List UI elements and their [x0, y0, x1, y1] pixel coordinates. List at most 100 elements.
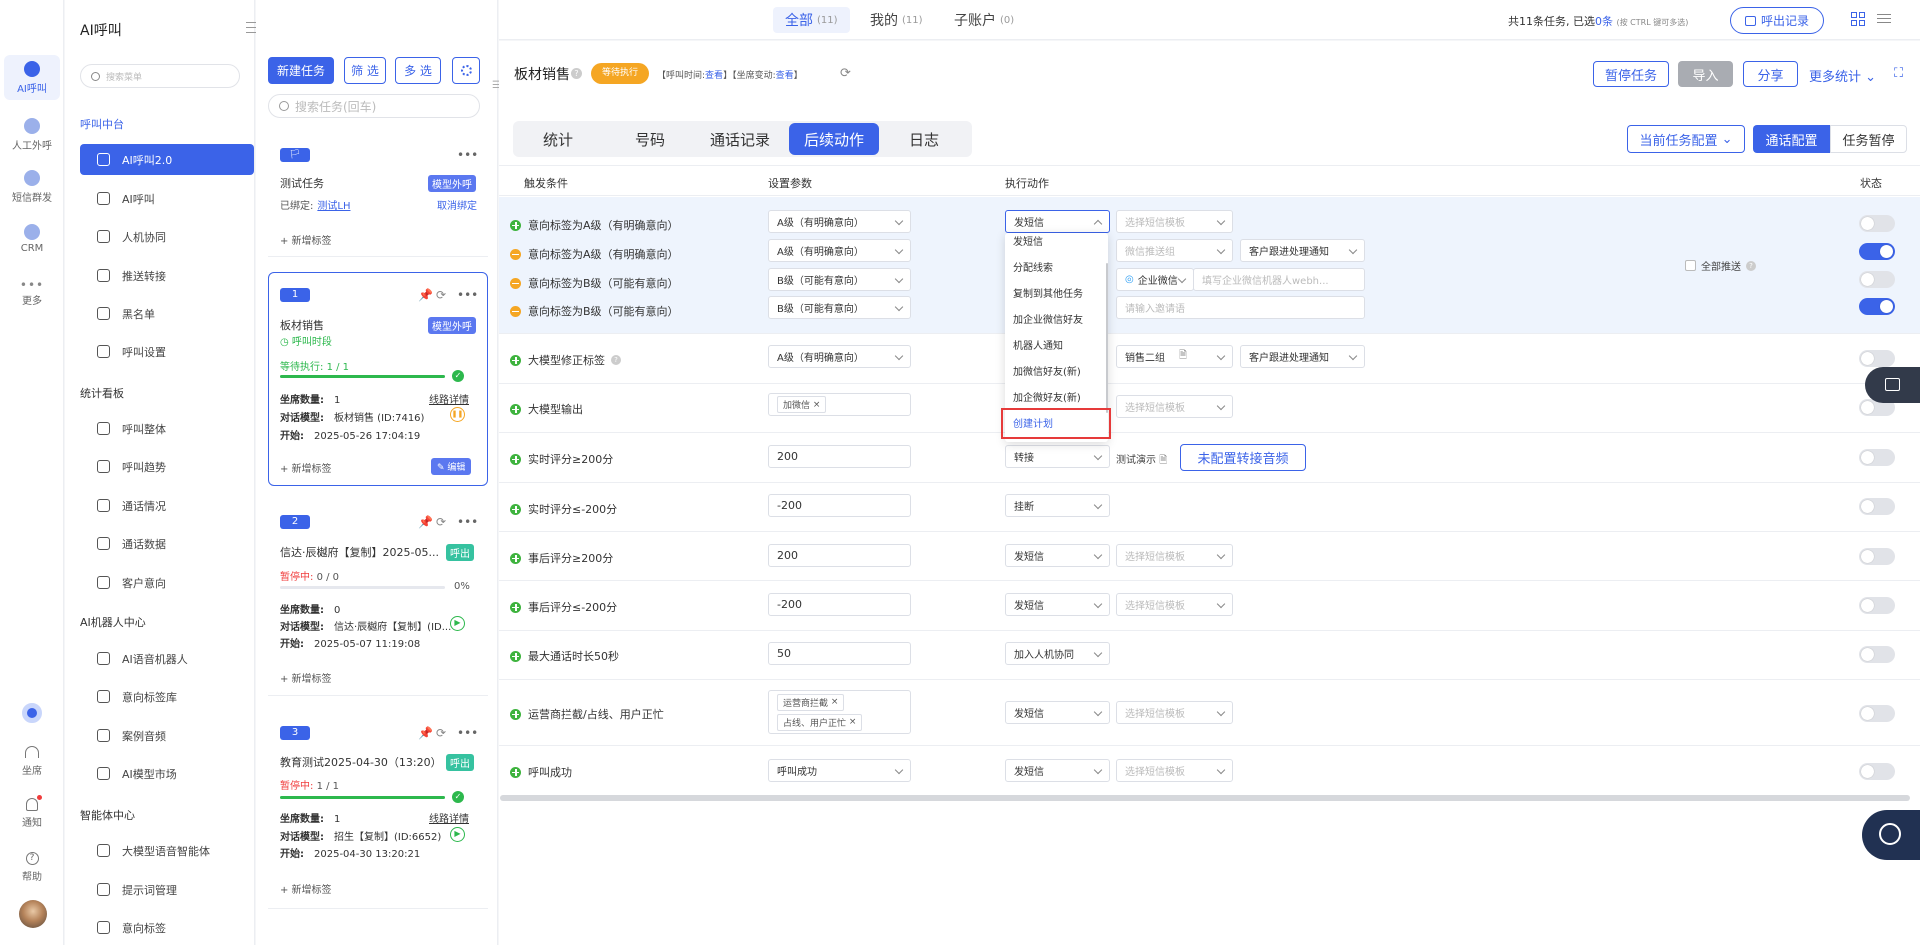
- pin-icon[interactable]: 📌: [418, 288, 433, 302]
- dropdown-option[interactable]: 加企业微信好友: [1005, 305, 1105, 331]
- rail-item-help[interactable]: ? 帮助: [4, 846, 60, 884]
- status-toggle[interactable]: [1859, 498, 1895, 515]
- score-input[interactable]: 200: [768, 544, 911, 567]
- call-time-link[interactable]: 查看: [705, 71, 723, 81]
- refresh-icon[interactable]: ⟳: [436, 726, 446, 740]
- menu-item-push-transfer[interactable]: 推送转接: [80, 260, 254, 291]
- settings-button[interactable]: [452, 57, 480, 84]
- floating-phone-button[interactable]: [1862, 810, 1920, 860]
- more-icon[interactable]: •••: [457, 726, 478, 740]
- status-toggle[interactable]: [1859, 271, 1895, 288]
- action-select[interactable]: 加入人机协同: [1005, 642, 1110, 665]
- tag-chips-input[interactable]: 运营商拦截 × 占线、用户正忙 ×: [768, 690, 911, 734]
- tab-sub-accounts[interactable]: 子账户 (0): [942, 7, 1026, 33]
- menu-item-customer-intent[interactable]: 客户意向: [80, 567, 254, 598]
- new-task-button[interactable]: 新建任务: [268, 57, 334, 84]
- close-icon[interactable]: ×: [813, 400, 821, 410]
- dropdown-option[interactable]: 加企微好友(新): [1005, 383, 1105, 409]
- import-button[interactable]: 导入: [1678, 61, 1733, 87]
- dropdown-option[interactable]: 发短信: [1005, 227, 1105, 253]
- more-icon[interactable]: •••: [457, 288, 478, 302]
- add-icon[interactable]: [510, 503, 521, 515]
- play-icon[interactable]: ▶: [450, 827, 465, 842]
- current-config-dropdown[interactable]: 当前任务配置 ⌄: [1627, 125, 1745, 153]
- pause-icon[interactable]: ❚❚: [450, 407, 465, 422]
- add-icon[interactable]: [510, 403, 521, 415]
- action-select[interactable]: 转接: [1005, 445, 1110, 468]
- param-select[interactable]: 呼叫成功: [768, 759, 911, 782]
- sms-template-select[interactable]: 选择短信模板: [1116, 759, 1233, 782]
- remove-icon[interactable]: [510, 277, 521, 289]
- call-config-button[interactable]: 通话配置: [1753, 125, 1830, 153]
- dropdown-option[interactable]: 加微信好友(新): [1005, 357, 1105, 383]
- invite-text-input[interactable]: 请输入邀请语: [1116, 296, 1365, 319]
- rail-item-notify[interactable]: 通知: [4, 792, 60, 830]
- add-tag-button[interactable]: + 新增标签: [280, 670, 332, 685]
- rail-item-seat[interactable]: 坐席: [4, 740, 60, 778]
- edit-button[interactable]: ✎ 编辑: [431, 458, 472, 475]
- subtab-logs[interactable]: 日志: [882, 123, 966, 155]
- param-select[interactable]: A级（有明确意向）: [768, 210, 911, 233]
- menu-item-call-situation[interactable]: 通话情况: [80, 490, 254, 521]
- status-toggle[interactable]: [1859, 243, 1895, 260]
- pause-task-button[interactable]: 暂停任务: [1593, 61, 1669, 87]
- add-icon[interactable]: [510, 766, 521, 778]
- line-detail-link[interactable]: 线路详情: [429, 391, 469, 406]
- score-input[interactable]: 200: [768, 445, 911, 468]
- add-icon[interactable]: [510, 453, 521, 465]
- avatar[interactable]: [19, 900, 47, 928]
- play-icon[interactable]: ▶: [450, 616, 465, 631]
- sms-template-select[interactable]: 选择短信模板: [1116, 701, 1233, 724]
- menu-item-call-data[interactable]: 通话数据: [80, 528, 254, 559]
- subtab-follow-up[interactable]: 后续动作: [789, 123, 879, 155]
- bound-link[interactable]: 测试LH: [317, 201, 350, 212]
- rail-item-manual-call[interactable]: 人工外呼: [4, 112, 60, 154]
- remove-icon[interactable]: [510, 305, 521, 317]
- demo-link[interactable]: 测试演示 🗎: [1116, 451, 1167, 470]
- menu-item-call-trend[interactable]: 呼叫趋势: [80, 451, 254, 482]
- more-icon[interactable]: •••: [457, 148, 478, 162]
- unbind-link[interactable]: 取消绑定: [437, 197, 477, 212]
- score-input[interactable]: -200: [768, 593, 911, 616]
- dropdown-option[interactable]: 复制到其他任务: [1005, 279, 1105, 305]
- menu-item-case-audio[interactable]: 案例音频: [80, 720, 254, 751]
- notify-template-select[interactable]: 客户跟进处理通知: [1240, 345, 1365, 368]
- add-icon[interactable]: [510, 601, 521, 613]
- tag-chips-input[interactable]: 加微信 ×: [768, 393, 911, 416]
- menu-item-call-settings[interactable]: 呼叫设置: [80, 336, 254, 367]
- pin-icon[interactable]: 📌: [418, 726, 433, 740]
- subtab-call-records[interactable]: 通话记录: [698, 123, 782, 155]
- menu-item-ai-call-2[interactable]: AI呼叫2.0: [80, 144, 254, 175]
- refresh-icon[interactable]: ⟳: [436, 515, 446, 529]
- param-select[interactable]: A级（有明确意向）: [768, 345, 911, 368]
- add-icon[interactable]: [510, 552, 521, 564]
- status-toggle[interactable]: [1859, 215, 1895, 232]
- status-toggle[interactable]: [1859, 350, 1895, 367]
- menu-item-blacklist[interactable]: 黑名单: [80, 298, 254, 329]
- rail-item-more[interactable]: ••• 更多: [4, 272, 60, 310]
- rail-item-ai-call[interactable]: AI呼叫: [4, 55, 60, 100]
- refresh-icon[interactable]: ⟳: [840, 66, 851, 81]
- action-select[interactable]: 发短信: [1005, 759, 1110, 782]
- status-toggle[interactable]: [1859, 763, 1895, 780]
- fullscreen-icon[interactable]: ⛶: [1894, 66, 1903, 81]
- menu-item-voice-robot[interactable]: AI语音机器人: [80, 643, 254, 674]
- score-input[interactable]: -200: [768, 494, 911, 517]
- menu-item-llm-agent[interactable]: 大模型语音智能体: [80, 835, 254, 866]
- list-view-icon[interactable]: [1877, 12, 1891, 26]
- tab-mine[interactable]: 我的 (11): [858, 7, 935, 33]
- menu-item-ai-call[interactable]: AI呼叫: [80, 183, 254, 214]
- status-toggle[interactable]: [1859, 705, 1895, 722]
- channel-select[interactable]: ◎ 企业微信: [1116, 268, 1194, 291]
- filter-button[interactable]: 筛 选: [344, 57, 386, 84]
- group-select[interactable]: 销售二组 🗎: [1116, 345, 1233, 368]
- floating-chat-tab[interactable]: [1865, 367, 1920, 403]
- action-select[interactable]: 挂断: [1005, 494, 1110, 517]
- remove-icon[interactable]: [510, 248, 521, 260]
- sms-template-select[interactable]: 选择短信模板: [1116, 395, 1233, 418]
- param-select[interactable]: B级（可能有意向）: [768, 296, 911, 319]
- sms-template-select[interactable]: 选择短信模板: [1116, 210, 1233, 233]
- call-record-button[interactable]: 呼出记录: [1730, 7, 1824, 34]
- add-tag-button[interactable]: + 新增标签: [280, 232, 332, 247]
- dropdown-option[interactable]: 机器人通知: [1005, 331, 1105, 357]
